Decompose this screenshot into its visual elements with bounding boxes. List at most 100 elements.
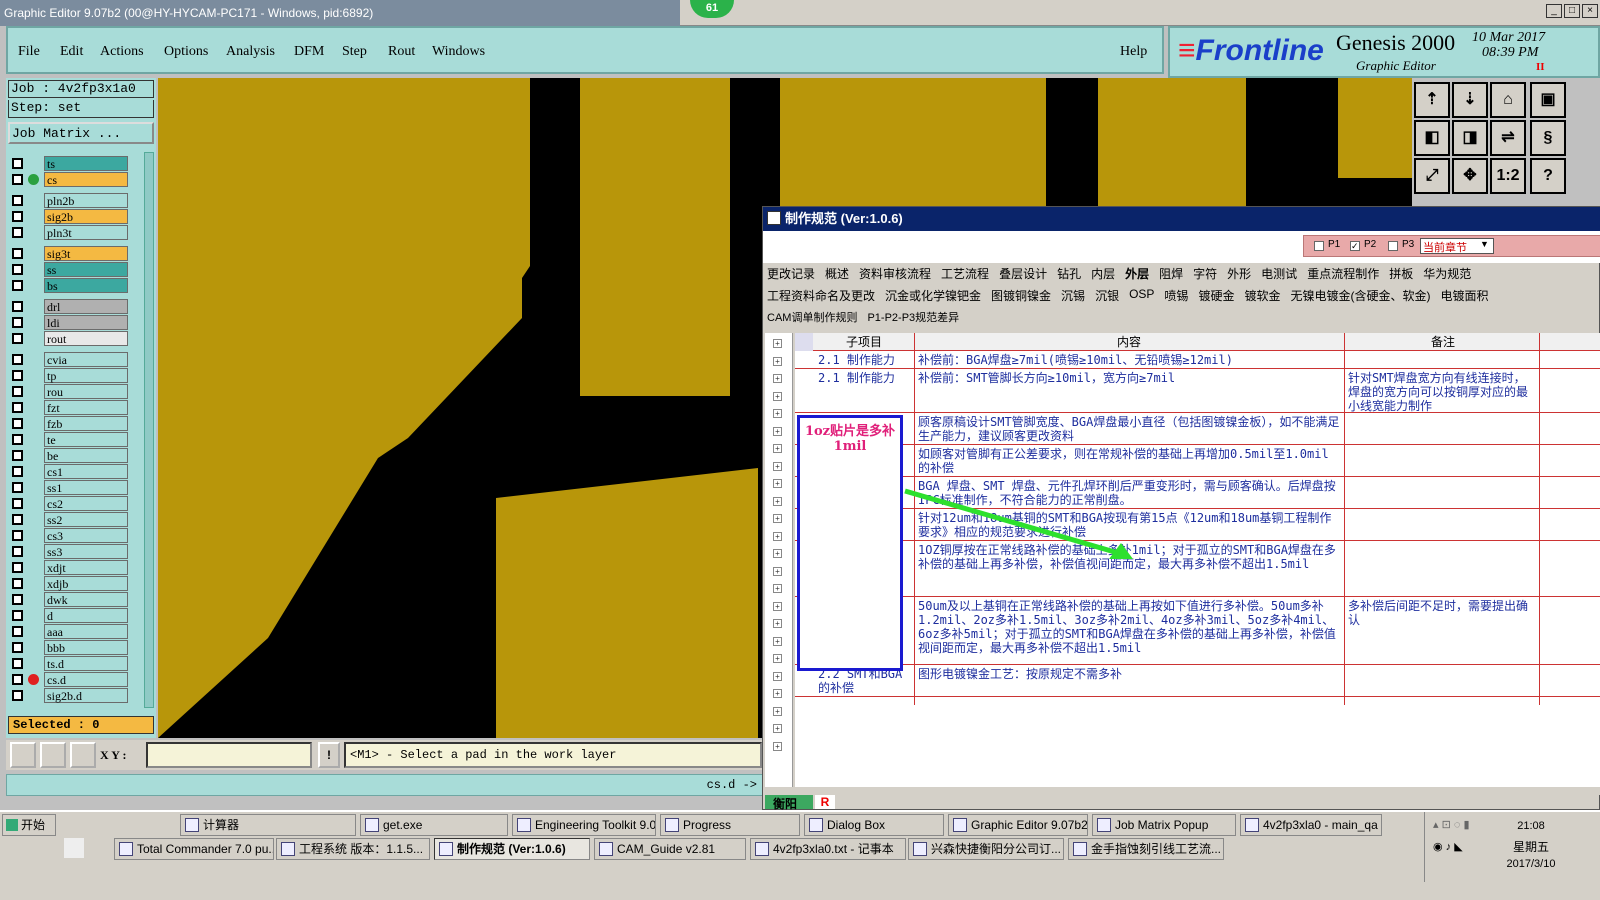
expand-icon[interactable]: + <box>773 444 782 453</box>
tab-tabs1-14[interactable]: 华为规范 <box>1423 265 1471 283</box>
layer-checkbox[interactable] <box>12 530 23 541</box>
expand-icon[interactable]: + <box>773 619 782 628</box>
xy-input[interactable] <box>146 742 312 768</box>
taskbar-button[interactable]: 金手指蚀刻引线工艺流... <box>1068 838 1224 860</box>
layer-row-ss2[interactable]: ss2 <box>10 512 140 527</box>
expand-icon[interactable]: + <box>773 531 782 541</box>
expand-icon[interactable]: + <box>773 584 782 593</box>
table-row[interactable]: 顾客原稿设计SMT管脚宽度、BGA焊盘最小直径（包括图镀镍金板），如不能满足生产… <box>795 413 1600 445</box>
layer-checkbox[interactable] <box>12 174 23 185</box>
expand-icon[interactable]: + <box>773 689 782 698</box>
tab-tabs1-3[interactable]: 工艺流程 <box>941 265 989 283</box>
taskbar-button[interactable]: Engineering Toolkit 9.0... <box>512 814 656 836</box>
horizontal-scrollbar[interactable] <box>765 787 1600 795</box>
layer-checkbox[interactable] <box>12 690 23 701</box>
bottom-tab-r[interactable]: R <box>815 795 835 809</box>
tab-tabs2-4[interactable]: 沉银 <box>1095 287 1119 305</box>
layer-row-ts-d[interactable]: ts.d <box>10 656 140 671</box>
layer-checkbox[interactable] <box>12 301 23 312</box>
expand-icon[interactable]: + <box>773 409 782 418</box>
layer-checkbox[interactable] <box>12 248 23 259</box>
layer-checkbox[interactable] <box>12 386 23 397</box>
layer-row-ldi[interactable]: ldi <box>10 315 140 330</box>
maximize-button[interactable]: □ <box>1564 4 1580 18</box>
layer-checkbox[interactable] <box>12 498 23 509</box>
tab-tabs1-11[interactable]: 电测试 <box>1261 265 1297 283</box>
layer-checkbox[interactable] <box>12 578 23 589</box>
taskbar-button[interactable]: 制作规范 (Ver:1.0.6) <box>434 838 590 860</box>
p1-checkbox[interactable] <box>1314 241 1324 251</box>
layer-row-cs[interactable]: cs <box>10 172 140 187</box>
layer-row-dwk[interactable]: dwk <box>10 592 140 607</box>
desktop-icon[interactable] <box>64 838 84 858</box>
table-row[interactable]: 2.2 SMT和BGA的补偿 图形电镀镍金工艺：按原规定不需多补 <box>795 665 1600 697</box>
layer-row-cs1[interactable]: cs1 <box>10 464 140 479</box>
layer-checkbox[interactable] <box>12 482 23 493</box>
tab-tabs2-8[interactable]: 镀软金 <box>1244 287 1280 305</box>
tool-scale-icon[interactable]: 1:2 <box>1490 158 1526 194</box>
alert-icon[interactable]: ! <box>318 742 340 768</box>
layer-row-cs3[interactable]: cs3 <box>10 528 140 543</box>
taskbar-button[interactable]: 4v2fp3xla0.txt - 记事本 <box>750 838 906 860</box>
tool-open-icon[interactable]: ⇡ <box>1414 82 1450 118</box>
tab-tabs1-8[interactable]: 阻焊 <box>1159 265 1183 283</box>
tool-snap-icon[interactable]: § <box>1530 120 1566 156</box>
p3-checkbox[interactable] <box>1388 241 1398 251</box>
table-row[interactable]: 2.1 制作能力 补偿前：BGA焊盘≥7mil(喷锡≥10mil、无铅喷锡≥12m… <box>795 351 1600 369</box>
menu-actions[interactable]: Actions <box>100 44 144 60</box>
layer-checkbox[interactable] <box>12 418 23 429</box>
layer-row-cvia[interactable]: cvia <box>10 352 140 367</box>
tray-icons[interactable]: ▴ ⊡ ◌ ▮ <box>1433 818 1493 832</box>
menu-step[interactable]: Step <box>342 44 367 60</box>
menu-rout[interactable]: Rout <box>388 44 415 60</box>
layer-row-rou[interactable]: rou <box>10 384 140 399</box>
expand-icon[interactable]: + <box>773 566 782 576</box>
layer-checkbox[interactable] <box>12 227 23 238</box>
layer-row-sig2b-d[interactable]: sig2b.d <box>10 688 140 703</box>
layer-row-bbb[interactable]: bbb <box>10 640 140 655</box>
menu-help[interactable]: Help <box>1120 44 1147 60</box>
layer-row-ts[interactable]: ts <box>10 156 140 171</box>
taskbar-button[interactable]: 工程系统 版本：1.1.5... <box>276 838 430 860</box>
layer-row-rout[interactable]: rout <box>10 331 140 346</box>
tab-tabs2-7[interactable]: 镀硬金 <box>1198 287 1234 305</box>
grid-icon[interactable] <box>70 742 96 768</box>
layer-row-te[interactable]: te <box>10 432 140 447</box>
close-button[interactable]: × <box>1582 4 1598 18</box>
tool-window-icon[interactable]: ▣ <box>1530 82 1566 118</box>
layer-checkbox[interactable] <box>12 158 23 169</box>
taskbar-button[interactable]: Progress <box>660 814 800 836</box>
layer-checkbox[interactable] <box>12 434 23 445</box>
tab-tabs1-0[interactable]: 更改记录 <box>767 265 815 283</box>
layer-row-xdjt[interactable]: xdjt <box>10 560 140 575</box>
tool-pan-icon[interactable]: ✥ <box>1452 158 1488 194</box>
taskbar-button[interactable]: 兴森快捷衡阳分公司订... <box>908 838 1064 860</box>
layer-row-drl[interactable]: drl <box>10 299 140 314</box>
layer-checkbox[interactable] <box>12 466 23 477</box>
tab-tabs1-13[interactable]: 拼板 <box>1389 265 1413 283</box>
p2-checkbox[interactable]: ✓ <box>1350 241 1360 251</box>
expand-icon[interactable]: + <box>773 356 782 366</box>
layer-checkbox[interactable] <box>12 546 23 557</box>
layer-row-ss[interactable]: ss <box>10 262 140 277</box>
layer-checkbox[interactable] <box>12 658 23 669</box>
layer-row-pln2b[interactable]: pln2b <box>10 193 140 208</box>
tool-flip-icon[interactable]: ⇌ <box>1490 120 1526 156</box>
expand-icon[interactable]: + <box>773 636 782 646</box>
start-button[interactable]: 开始 <box>2 814 56 836</box>
layer-row-bs[interactable]: bs <box>10 278 140 293</box>
layer-checkbox[interactable] <box>12 264 23 275</box>
expand-icon[interactable]: + <box>773 496 782 506</box>
expand-icon[interactable]: + <box>773 339 782 348</box>
tab-tabs2-2[interactable]: 图镀铜镍金 <box>991 287 1051 305</box>
taskbar-button[interactable]: 计算器 <box>180 814 356 836</box>
tray-clock[interactable]: 21:08 <box>1501 820 1561 832</box>
layer-checkbox[interactable] <box>12 594 23 605</box>
expand-icon[interactable]: + <box>773 741 782 751</box>
tab-tabs3-1[interactable]: P1-P2-P3规范差异 <box>867 309 959 327</box>
table-row[interactable]: 2.1 制作能力 补偿前：SMT管脚长方向≥10mil，宽方向≥7mil 针对SMT… <box>795 369 1600 413</box>
layer-checkbox[interactable] <box>12 514 23 525</box>
taskbar-button[interactable]: Graphic Editor 9.07b2 ... <box>948 814 1088 836</box>
layer-scrollbar[interactable] <box>144 152 154 708</box>
layer-row-sig2b[interactable]: sig2b <box>10 209 140 224</box>
